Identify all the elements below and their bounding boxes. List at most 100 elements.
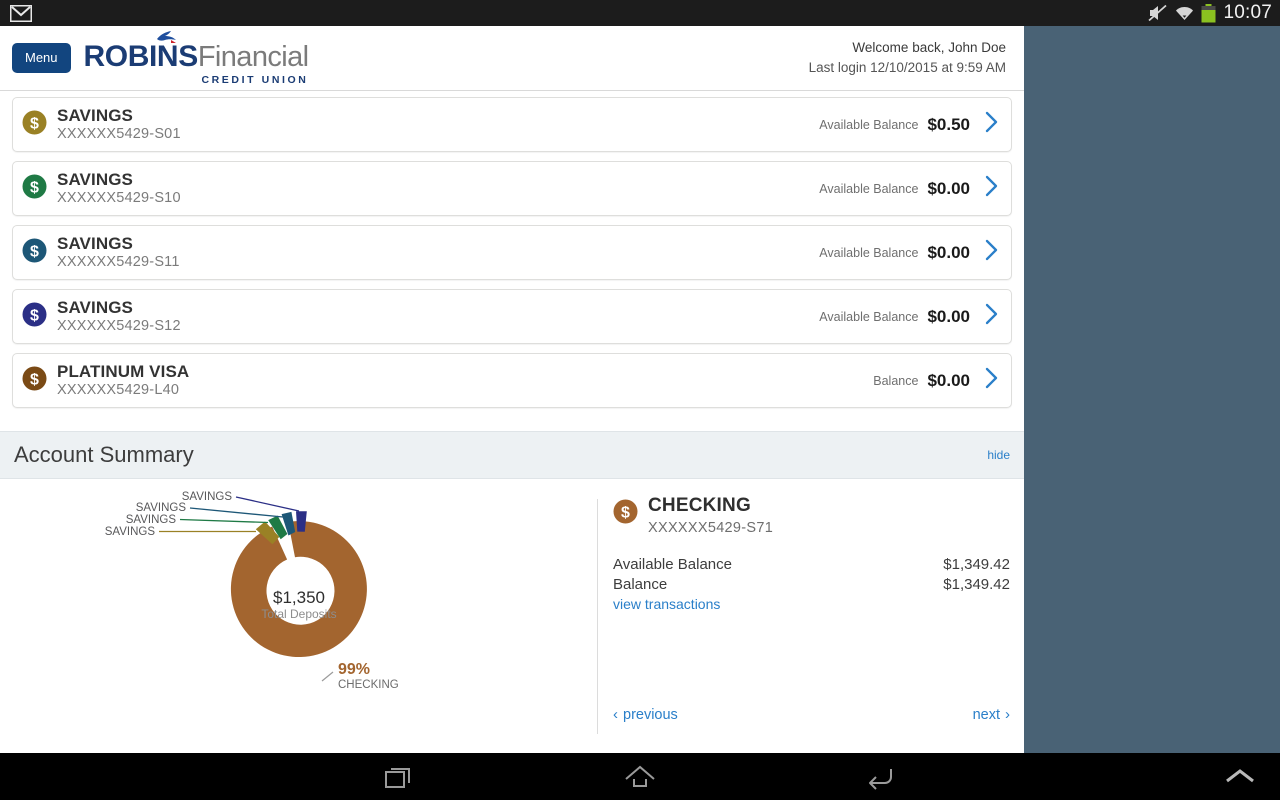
dollar-circle-icon: $: [22, 174, 47, 204]
balance-label: Available Balance: [819, 181, 919, 196]
chart-callout-label: SAVINGS: [182, 491, 233, 503]
balance-amount: $0.00: [927, 370, 970, 390]
account-balance-group: Available Balance $0.50: [819, 111, 1011, 138]
balance-label: Balance: [613, 575, 668, 593]
account-name: SAVINGS: [57, 297, 133, 317]
dollar-circle-icon: $: [22, 366, 47, 396]
wifi-icon: [1176, 7, 1194, 20]
chart-main-percent: 99%: [338, 661, 370, 678]
account-name: SAVINGS: [57, 105, 133, 125]
mute-icon: [1148, 4, 1168, 22]
recents-icon: [385, 767, 410, 788]
logo-tagline: CREDIT UNION: [201, 73, 309, 86]
svg-text:$: $: [621, 505, 630, 522]
chevron-right-icon: ›: [1005, 706, 1010, 723]
account-row[interactable]: $ SAVINGS XXXXXX5429-S10 Available Balan…: [12, 161, 1012, 216]
dollar-circle-icon: $: [613, 499, 638, 529]
donut-center-value: $1,350: [273, 588, 325, 607]
balance-amount: $0.50: [927, 114, 970, 134]
chart-callout-label: SAVINGS: [105, 526, 156, 538]
account-balance-group: Balance $0.00: [873, 367, 1011, 394]
chevron-right-icon[interactable]: [985, 239, 999, 266]
chart-callout-label: SAVINGS: [126, 514, 177, 526]
account-name: PLATINUM VISA: [57, 361, 190, 381]
site-header: Menu ROBINSFinancial CREDIT UNION Welcom…: [0, 26, 1024, 91]
account-number: XXXXXX5429-L40: [57, 382, 180, 399]
chevron-right-icon[interactable]: [985, 111, 999, 138]
leader-line-savings-4: [235, 496, 300, 512]
browser-side-panel: [1024, 26, 1280, 753]
balance-label: Balance: [873, 373, 919, 388]
chart-callout-label: SAVINGS: [136, 502, 187, 514]
account-row[interactable]: $ SAVINGS XXXXXX5429-S01 Available Balan…: [12, 97, 1012, 152]
detail-identity: CHECKING XXXXXX5429-S71: [648, 495, 773, 537]
svg-text:$: $: [30, 307, 39, 324]
svg-text:$: $: [30, 115, 39, 132]
previous-label: previous: [623, 706, 678, 723]
account-identity: SAVINGS XXXXXX5429-S11: [57, 234, 180, 272]
back-button[interactable]: [820, 753, 940, 800]
chevron-right-icon[interactable]: [985, 175, 999, 202]
donut-center-label: Total Deposits: [261, 607, 336, 621]
leader-line-checking: [321, 671, 334, 682]
account-list: $ SAVINGS XXXXXX5429-S01 Available Balan…: [0, 91, 1024, 408]
deposits-donut-chart: SAVINGS SAVINGS SAVINGS SAVINGS $1,350 T…: [0, 479, 597, 741]
account-summary-body: SAVINGS SAVINGS SAVINGS SAVINGS $1,350 T…: [0, 479, 1024, 741]
mail-icon: [10, 4, 32, 22]
battery-icon: [1201, 3, 1216, 22]
view-transactions-link[interactable]: view transactions: [613, 596, 720, 612]
last-login-message: Last login 12/10/2015 at 9:59 AM: [808, 60, 1006, 75]
next-account-button[interactable]: next ›: [973, 706, 1010, 723]
account-row[interactable]: $ SAVINGS XXXXXX5429-S11 Available Balan…: [12, 225, 1012, 280]
svg-text:$: $: [30, 243, 39, 260]
chevron-up-icon: [1226, 768, 1254, 782]
menu-button[interactable]: Menu: [12, 43, 71, 73]
detail-account-name: CHECKING: [648, 495, 751, 516]
detail-header: $ CHECKING XXXXXX5429-S71: [613, 479, 1010, 537]
account-name: SAVINGS: [57, 169, 133, 189]
account-identity: PLATINUM VISA XXXXXX5429-L40: [57, 362, 189, 400]
account-row[interactable]: $ PLATINUM VISA XXXXXX5429-L40 Balance $…: [12, 353, 1012, 408]
balance-label: Available Balance: [819, 245, 919, 260]
dollar-circle-icon: $: [22, 302, 47, 332]
keyboard-toggle-button[interactable]: [1210, 753, 1270, 800]
account-balance-group: Available Balance $0.00: [819, 175, 1011, 202]
detail-account-number: XXXXXX5429-S71: [648, 519, 774, 536]
chevron-right-icon[interactable]: [985, 303, 999, 330]
account-name: SAVINGS: [57, 233, 133, 253]
bird-icon: [156, 31, 176, 43]
page-title: Account Summary: [14, 442, 194, 467]
leader-line-savings-3: [189, 507, 284, 518]
dollar-circle-icon: $: [22, 110, 47, 140]
screen-root: 10:07 Menu ROBINSFinancial CREDIT UNION …: [0, 0, 1280, 800]
hide-summary-link[interactable]: hide: [987, 448, 1010, 462]
dollar-circle-icon: $: [22, 238, 47, 268]
account-number: XXXXXX5429-S01: [57, 126, 181, 143]
balance-amount: $0.00: [927, 178, 970, 198]
chart-main-label: CHECKING: [338, 679, 399, 691]
available-balance-row: Available Balance $1,349.42: [613, 555, 1010, 575]
donut-chart-svg: SAVINGS SAVINGS SAVINGS SAVINGS $1,350 T…: [105, 491, 399, 691]
balance-value: $1,349.42: [943, 575, 1010, 593]
svg-text:$: $: [30, 179, 39, 196]
welcome-block: Welcome back, John Doe Last login 12/10/…: [809, 38, 1024, 77]
account-row[interactable]: $ SAVINGS XXXXXX5429-S12 Available Balan…: [12, 289, 1012, 344]
chevron-left-icon: ‹: [613, 706, 618, 723]
account-number: XXXXXX5429-S12: [57, 318, 181, 335]
chevron-right-icon[interactable]: [985, 367, 999, 394]
balance-row: Balance $1,349.42: [613, 575, 1010, 595]
account-pager: ‹ previous next ›: [613, 706, 1010, 723]
home-button[interactable]: [580, 753, 700, 800]
android-status-bar: 10:07: [0, 0, 1280, 26]
svg-text:$: $: [30, 371, 39, 388]
leader-line-savings-2: [179, 518, 269, 524]
web-page-viewport: Menu ROBINSFinancial CREDIT UNION Welcom…: [0, 26, 1024, 753]
available-balance-label: Available Balance: [613, 556, 732, 574]
logo-secondary-text: Financial: [197, 41, 309, 73]
account-balance-group: Available Balance $0.00: [819, 239, 1011, 266]
previous-account-button[interactable]: ‹ previous: [613, 706, 678, 723]
account-summary-header: Account Summary hide: [0, 431, 1024, 479]
logo-wordmark: ROBINSFinancial CREDIT UNION: [84, 31, 309, 85]
back-icon: [869, 768, 892, 790]
recents-button[interactable]: [340, 753, 460, 800]
